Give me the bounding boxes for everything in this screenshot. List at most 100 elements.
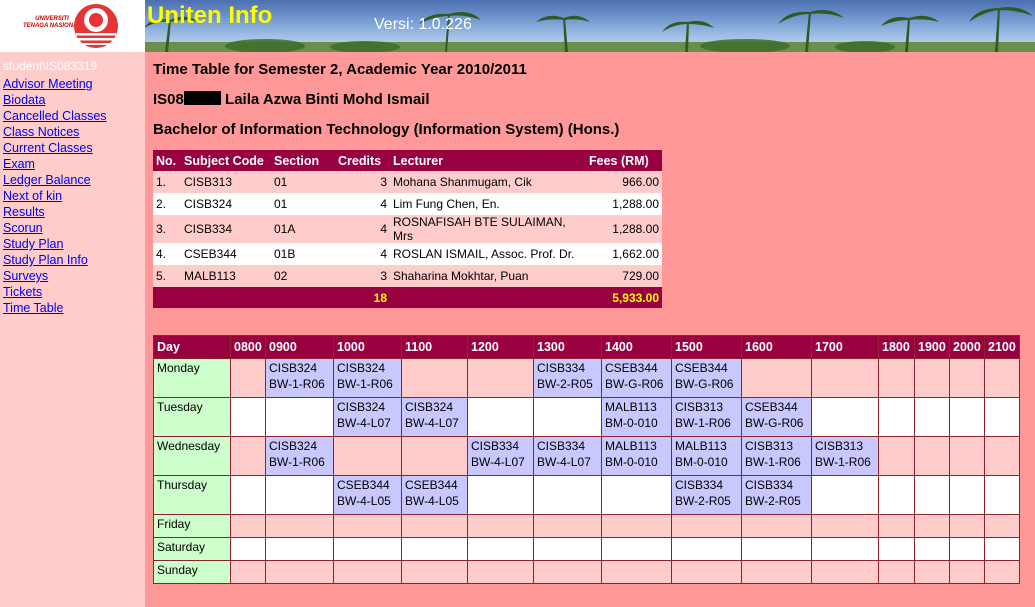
empty-slot bbox=[741, 514, 812, 538]
col-section: Section bbox=[271, 150, 335, 171]
time-header-2100: 2100 bbox=[984, 335, 1020, 359]
nav-surveys[interactable]: Surveys bbox=[3, 269, 48, 283]
subject-credits: 4 bbox=[335, 193, 390, 215]
subject-credits: 4 bbox=[335, 243, 390, 265]
nav-results[interactable]: Results bbox=[3, 205, 45, 219]
nav-next-of-kin[interactable]: Next of kin bbox=[3, 189, 62, 203]
nav-time-table[interactable]: Time Table bbox=[3, 301, 63, 315]
subject-section: 02 bbox=[271, 265, 335, 287]
slot-room: BW-1-R06 bbox=[337, 377, 393, 391]
empty-slot bbox=[949, 358, 985, 398]
nav-tickets[interactable]: Tickets bbox=[3, 285, 42, 299]
empty-slot bbox=[401, 537, 468, 561]
nav-scorun[interactable]: Scorun bbox=[3, 221, 43, 235]
timetable-row: Tuesday CISB324 BW-4-L07 CISB324 BW-4-L07 MAL… bbox=[153, 397, 1020, 437]
total-credits: 18 bbox=[335, 287, 390, 308]
empty-slot bbox=[671, 560, 742, 584]
total-blank bbox=[390, 287, 586, 308]
student-line: IS08 Laila Azwa Binti Mohd Ismail bbox=[153, 91, 430, 108]
uniten-logo: UNIVERSITI TENAGA NASIONAL bbox=[0, 0, 145, 52]
timetable-row: Wednesday CISB324 BW-1-R06 CISB334 BW-4-L07 C… bbox=[153, 436, 1020, 476]
empty-slot bbox=[467, 560, 534, 584]
empty-slot bbox=[601, 475, 672, 515]
nav-study-plan[interactable]: Study Plan bbox=[3, 237, 63, 251]
nav-study-plan-info[interactable]: Study Plan Info bbox=[3, 253, 88, 267]
col-credits: Credits bbox=[335, 150, 390, 171]
empty-slot bbox=[811, 537, 879, 561]
slot-subject: CISB334 bbox=[745, 478, 794, 492]
empty-slot bbox=[265, 537, 334, 561]
class-slot: CSEB344 BW-4-L05 bbox=[333, 475, 402, 515]
empty-slot bbox=[601, 514, 672, 538]
class-slot: CSEB344 BW-G-R06 bbox=[601, 358, 672, 398]
subject-row: 1. CISB313 01 3 Mohana Shanmugam, Cik 966.00 bbox=[153, 171, 662, 193]
time-header-1600: 1600 bbox=[741, 335, 812, 359]
slot-room: BW-4-L07 bbox=[337, 416, 391, 430]
empty-slot bbox=[671, 537, 742, 561]
time-header-1000: 1000 bbox=[333, 335, 402, 359]
empty-slot bbox=[230, 560, 266, 584]
empty-slot bbox=[741, 358, 812, 398]
nav-biodata[interactable]: Biodata bbox=[3, 93, 45, 107]
app-title: Uniten Info bbox=[147, 2, 273, 29]
class-slot: CISB334 BW-4-L07 bbox=[533, 436, 602, 476]
total-blank bbox=[181, 287, 271, 308]
empty-slot bbox=[811, 560, 879, 584]
timetable-day-header: Day bbox=[153, 335, 231, 359]
timetable-body: Monday CISB324 BW-1-R06 CISB324 BW-1-R06 CISB… bbox=[153, 358, 1020, 584]
slot-subject: CSEB344 bbox=[745, 400, 798, 414]
empty-slot bbox=[230, 358, 266, 398]
subject-fees: 729.00 bbox=[586, 265, 662, 287]
nav-advisor-meeting[interactable]: Advisor Meeting bbox=[3, 77, 93, 91]
slot-subject: CISB334 bbox=[675, 478, 724, 492]
empty-slot bbox=[467, 514, 534, 538]
subject-row: 5. MALB113 02 3 Shaharina Mokhtar, Puan 729.0… bbox=[153, 265, 662, 287]
time-header-1300: 1300 bbox=[533, 335, 602, 359]
empty-slot bbox=[230, 397, 266, 437]
empty-slot bbox=[984, 514, 1020, 538]
empty-slot bbox=[265, 397, 334, 437]
subject-lecturer: Mohana Shanmugam, Cik bbox=[390, 171, 586, 193]
empty-slot bbox=[230, 537, 266, 561]
subject-row: 3. CISB334 01A 4 ROSNAFISAH BTE SULAIMAN, Mr… bbox=[153, 215, 662, 243]
class-slot: CISB324 BW-4-L07 bbox=[333, 397, 402, 437]
slot-subject: CISB313 bbox=[815, 439, 864, 453]
empty-slot bbox=[811, 397, 879, 437]
empty-slot bbox=[467, 475, 534, 515]
nav-class-notices[interactable]: Class Notices bbox=[3, 125, 79, 139]
day-label: Saturday bbox=[153, 537, 231, 561]
empty-slot bbox=[467, 397, 534, 437]
sidebar-nav: Advisor Meeting Biodata Cancelled Classe… bbox=[3, 76, 107, 316]
empty-slot bbox=[333, 436, 402, 476]
empty-slot bbox=[741, 560, 812, 584]
timetable-row: Monday CISB324 BW-1-R06 CISB324 BW-1-R06 CISB… bbox=[153, 358, 1020, 398]
timetable-header-row: Day 0800 0900 1000 1100 1200 1300 1400 1500 1600… bbox=[153, 335, 1020, 359]
app-version: Versi: 1.0.226 bbox=[374, 16, 472, 33]
empty-slot bbox=[333, 560, 402, 584]
nav-ledger-balance[interactable]: Ledger Balance bbox=[3, 173, 91, 187]
slot-subject: MALB113 bbox=[675, 439, 727, 453]
col-fees: Fees (RM) bbox=[586, 150, 662, 171]
day-label: Tuesday bbox=[153, 397, 231, 437]
nav-exam[interactable]: Exam bbox=[3, 157, 35, 171]
student-id-prefix: IS08 bbox=[153, 91, 184, 108]
empty-slot bbox=[811, 514, 879, 538]
nav-cancelled-classes[interactable]: Cancelled Classes bbox=[3, 109, 107, 123]
nav-current-classes[interactable]: Current Classes bbox=[3, 141, 93, 155]
slot-room: BW-1-R06 bbox=[745, 455, 801, 469]
total-blank bbox=[153, 287, 181, 308]
palm-trees-image bbox=[145, 7, 1035, 52]
sidebar: student\IS083319 Advisor Meeting Biodata… bbox=[0, 52, 145, 607]
empty-slot bbox=[914, 358, 950, 398]
empty-slot bbox=[533, 475, 602, 515]
subject-code: MALB113 bbox=[181, 265, 271, 287]
empty-slot bbox=[230, 436, 266, 476]
class-slot: CISB324 BW-1-R06 bbox=[265, 358, 334, 398]
empty-slot bbox=[984, 475, 1020, 515]
subjects-table: No. Subject Code Section Credits Lecture… bbox=[153, 150, 662, 308]
day-label: Wednesday bbox=[153, 436, 231, 476]
class-slot: CISB334 BW-2-R05 bbox=[741, 475, 812, 515]
empty-slot bbox=[671, 514, 742, 538]
subject-no: 3. bbox=[153, 215, 181, 243]
slot-subject: CISB334 bbox=[537, 439, 586, 453]
